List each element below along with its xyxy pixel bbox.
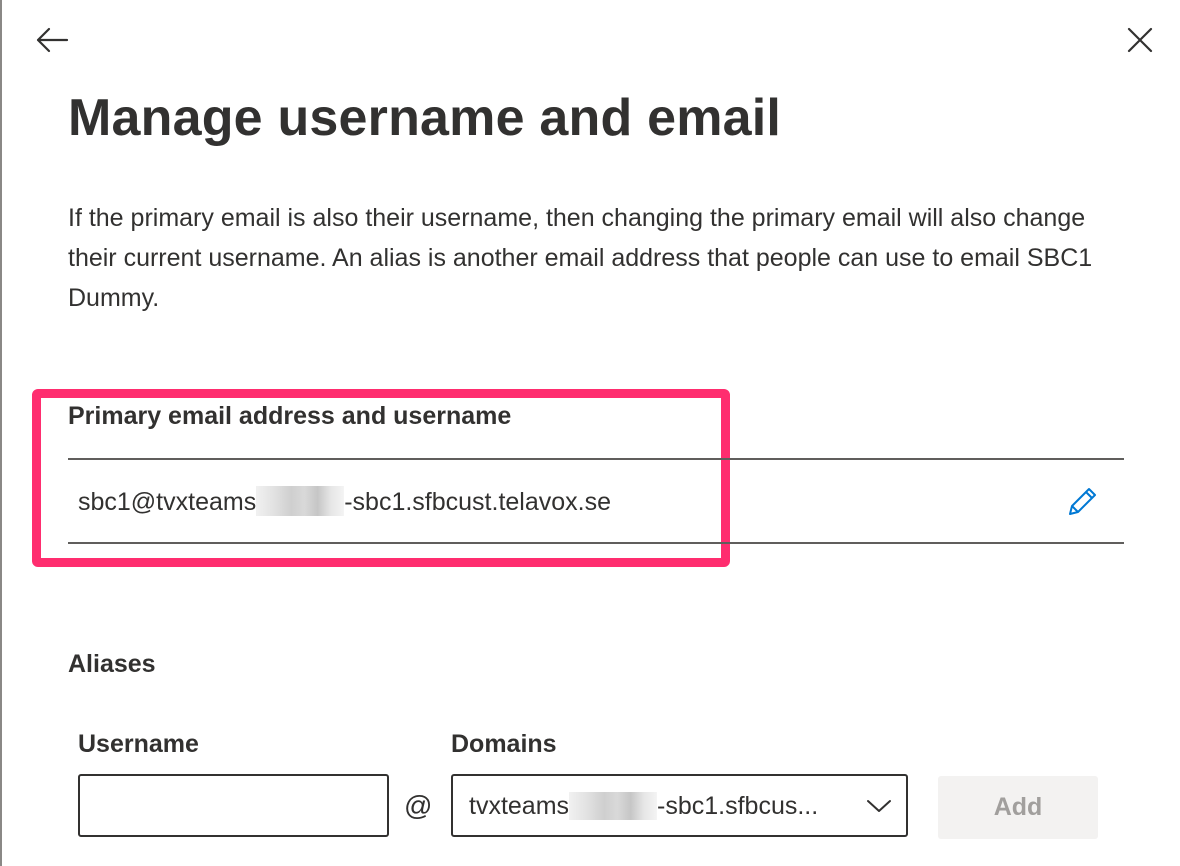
domain-selected-value: tvxteams -sbc1.sfbcus... bbox=[469, 792, 818, 821]
add-alias-button[interactable]: Add bbox=[938, 776, 1098, 839]
page-title: Manage username and email bbox=[68, 89, 782, 147]
primary-email-label: Primary email address and username bbox=[68, 402, 512, 430]
pencil-icon bbox=[1069, 488, 1096, 515]
domains-label: Domains bbox=[451, 730, 557, 758]
description-text: If the primary email is also their usern… bbox=[68, 204, 1093, 312]
redacted-blur bbox=[256, 486, 345, 516]
primary-email-value: sbc1@tvxteams -sbc1.sfbcust.telavox.se bbox=[78, 486, 611, 517]
username-label: Username bbox=[78, 730, 199, 758]
aliases-label: Aliases bbox=[68, 650, 156, 678]
primary-email-row: sbc1@tvxteams -sbc1.sfbcust.telavox.se bbox=[68, 458, 1124, 544]
edit-primary-email-button[interactable] bbox=[1060, 480, 1104, 524]
chevron-down-icon bbox=[865, 794, 893, 818]
primary-email-prefix: sbc1@tvxteams bbox=[78, 488, 257, 516]
domain-suffix: -sbc1.sfbcus... bbox=[657, 792, 819, 820]
alias-username-input[interactable] bbox=[78, 774, 389, 837]
domain-prefix: tvxteams bbox=[469, 792, 570, 820]
domains-dropdown[interactable]: tvxteams -sbc1.sfbcus... bbox=[451, 774, 908, 837]
primary-email-suffix: -sbc1.sfbcust.telavox.se bbox=[344, 488, 612, 516]
redacted-blur bbox=[569, 792, 658, 820]
back-button[interactable] bbox=[30, 20, 74, 60]
close-icon bbox=[1127, 27, 1153, 53]
close-button[interactable] bbox=[1118, 20, 1162, 60]
arrow-left-icon bbox=[36, 27, 69, 53]
manage-username-panel: Manage username and email If the primary… bbox=[0, 0, 1180, 866]
at-symbol: @ bbox=[404, 790, 433, 821]
